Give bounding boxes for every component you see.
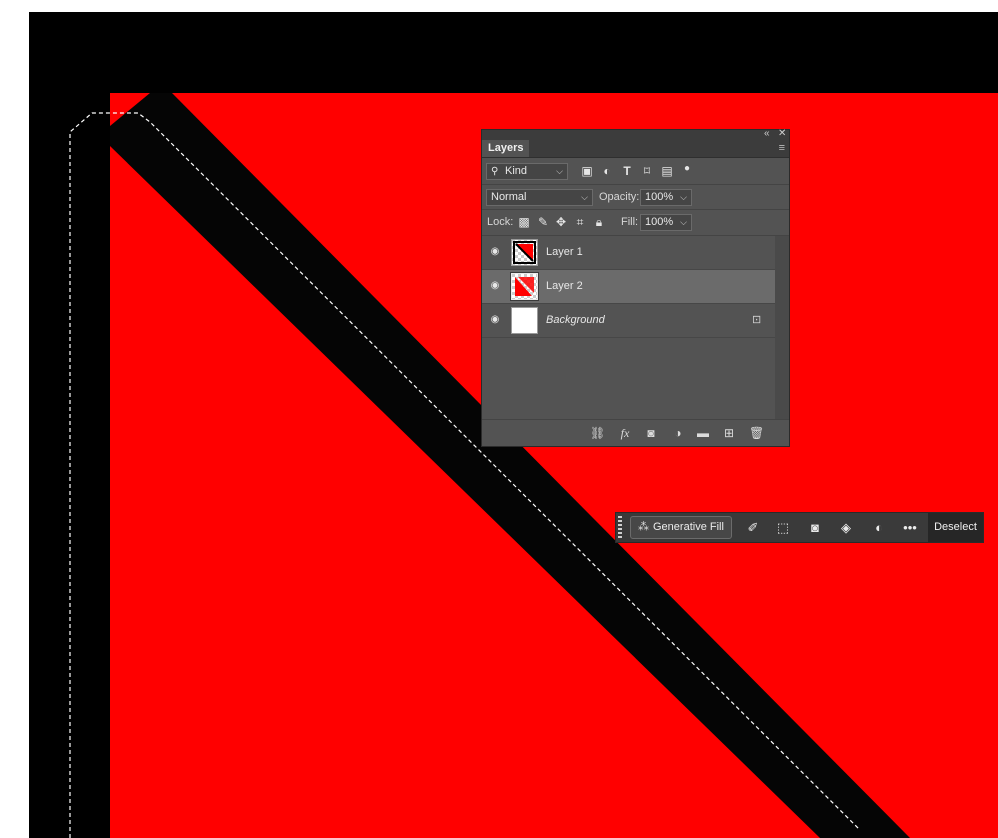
chevron-down-icon: ⌵	[680, 217, 687, 227]
blend-mode-select[interactable]: Normal ⌵	[486, 189, 593, 206]
chevron-down-icon: ⌵	[680, 192, 687, 202]
tab-layers[interactable]: Layers	[482, 140, 530, 157]
close-panel-icon[interactable]: ✕	[778, 128, 786, 139]
mask-icon[interactable]: ◙	[806, 520, 824, 536]
layer-row-layer-1[interactable]: ◉ Layer 1	[482, 236, 775, 270]
fill-value: 100%	[645, 216, 674, 228]
lock-position-icon[interactable]: ✥	[554, 215, 568, 229]
opacity-input[interactable]: 100% ⌵	[640, 189, 692, 206]
layer-style-fx-icon[interactable]: fx	[618, 426, 632, 440]
search-icon: ⚲	[491, 166, 499, 177]
panel-menu-icon[interactable]: ≡	[779, 142, 785, 154]
pixel-filter-icon[interactable]: ▣	[580, 164, 594, 178]
layer-row-layer-2[interactable]: ◉ Layer 2	[482, 270, 775, 304]
chevron-down-icon: ⌵	[581, 192, 588, 202]
adjustment-filter-icon[interactable]: ◐	[600, 164, 614, 178]
visibility-eye-icon[interactable]: ◉	[488, 246, 502, 257]
fill-bucket-icon[interactable]: ◈	[837, 520, 855, 536]
lock-all-icon[interactable]: 🔒︎	[592, 215, 606, 229]
opacity-value: 100%	[645, 191, 674, 203]
filter-kind-label: Kind	[505, 165, 528, 177]
trash-icon[interactable]: 🗑︎	[749, 426, 764, 440]
lock-artboard-icon[interactable]: ⌗	[573, 215, 587, 229]
panel-header-strip: « ✕	[482, 128, 789, 140]
deselect-button[interactable]: Deselect	[928, 513, 983, 542]
sparkle-icon: ⁂	[638, 521, 649, 533]
filter-toggle-icon[interactable]: ●	[680, 162, 694, 176]
collapse-panel-icon[interactable]: «	[764, 128, 770, 139]
opacity-label: Opacity:	[599, 191, 640, 203]
new-layer-icon[interactable]: ⊞	[722, 426, 736, 440]
drag-handle[interactable]	[618, 516, 622, 539]
visibility-eye-icon[interactable]: ◉	[488, 280, 502, 291]
visibility-eye-icon[interactable]: ◉	[488, 314, 502, 325]
fill-label: Fill:	[621, 216, 639, 228]
scrollbar-thumb[interactable]	[777, 238, 787, 338]
blend-mode-value: Normal	[491, 191, 527, 203]
blend-row: Normal ⌵ Opacity: 100% ⌵	[482, 185, 789, 209]
brush-modify-icon[interactable]: ✐	[744, 520, 762, 536]
invert-selection-icon[interactable]: ⬚	[774, 520, 792, 536]
type-filter-icon[interactable]: T	[620, 164, 634, 178]
add-mask-icon[interactable]: ◙	[644, 426, 658, 440]
lock-image-pixels-icon[interactable]: ✎	[536, 215, 550, 229]
lock-transparent-pixels-icon[interactable]: ▩	[517, 215, 531, 229]
new-group-folder-icon[interactable]: ▬	[696, 426, 710, 440]
smart-object-filter-icon[interactable]: ▤	[660, 164, 674, 178]
chevron-down-icon: ⌵	[556, 166, 563, 176]
panel-tab-bar: Layers ≡	[482, 140, 789, 158]
filter-kind-select[interactable]: ⚲ Kind ⌵	[486, 163, 568, 180]
panel-footer: ⛓ fx ◙ ◑ ▬ ⊞ 🗑︎	[482, 419, 789, 447]
lock-icon: ⊡	[752, 314, 762, 326]
layer-row-background[interactable]: ◉ Background ⊡	[482, 304, 775, 338]
adjustment-icon[interactable]: ◐	[870, 520, 888, 536]
generative-fill-label: Generative Fill	[653, 521, 724, 533]
lock-row: Lock: ▩ ✎ ✥ ⌗ 🔒︎ Fill: 100% ⌵	[482, 210, 789, 235]
layer-name: Layer 1	[546, 246, 583, 258]
generative-fill-button[interactable]: ⁂ Generative Fill	[630, 516, 732, 539]
layer-name: Layer 2	[546, 280, 583, 292]
layer-thumbnail	[511, 239, 538, 266]
fill-input[interactable]: 100% ⌵	[640, 214, 692, 231]
more-icon[interactable]: •••	[901, 520, 919, 536]
layer-name: Background	[546, 314, 605, 326]
lock-label: Lock:	[487, 216, 514, 228]
layer-thumbnail	[511, 307, 538, 334]
link-layers-icon[interactable]: ⛓	[590, 426, 605, 440]
filter-row: ⚲ Kind ⌵ ▣ ◐ T ⌑ ▤ ●	[482, 160, 789, 184]
layer-thumbnail	[510, 272, 539, 301]
layers-panel: « ✕ Layers ≡ ⚲ Kind ⌵ ▣ ◐ T ⌑ ▤ ● Normal…	[481, 128, 790, 447]
adjustment-layer-icon[interactable]: ◑	[671, 426, 685, 440]
shape-filter-icon[interactable]: ⌑	[640, 164, 654, 178]
layers-scrollbar[interactable]	[775, 236, 789, 419]
contextual-task-bar: ⁂ Generative Fill ✐ ⬚ ◙ ◈ ◐ ••• Deselect	[615, 512, 984, 543]
